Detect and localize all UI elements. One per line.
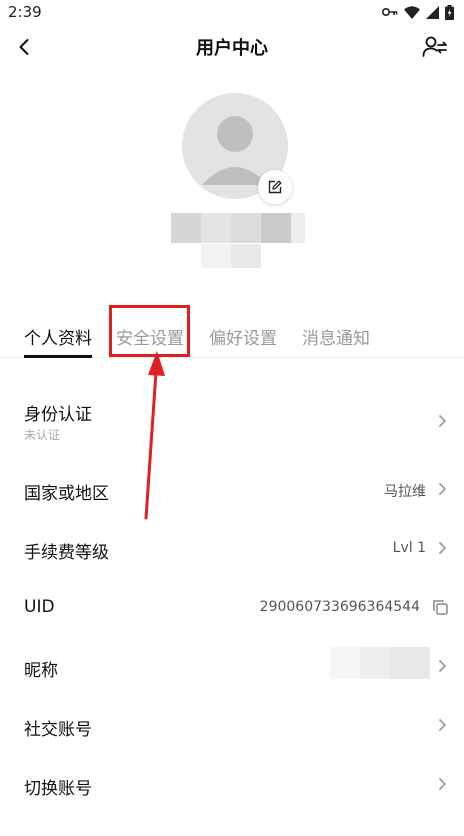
tab-security-settings[interactable]: 安全设置 xyxy=(116,324,184,349)
status-bar: 2:39 xyxy=(0,0,464,24)
edit-icon xyxy=(268,180,282,194)
chevron-right-icon xyxy=(438,659,447,673)
row-fee-level[interactable]: 手续费等级 Lvl 1 xyxy=(0,519,464,577)
chevron-right-icon xyxy=(438,482,447,496)
row-label: 身份认证 xyxy=(24,405,92,425)
profile-tabs: 个人资料 安全设置 偏好设置 消息通知 xyxy=(0,318,464,358)
page-title: 用户中心 xyxy=(196,38,268,59)
row-label: 昵称 xyxy=(24,661,58,681)
chevron-right-icon xyxy=(438,414,447,428)
key-icon xyxy=(382,8,398,16)
row-label: 国家或地区 xyxy=(24,484,109,504)
battery-icon xyxy=(445,4,454,20)
chevron-right-icon xyxy=(438,777,447,791)
row-nickname[interactable]: 昵称 xyxy=(0,637,464,695)
active-tab-indicator xyxy=(24,355,92,358)
row-switch-account[interactable]: 切换账号 xyxy=(0,755,464,813)
tab-notifications[interactable]: 消息通知 xyxy=(302,324,370,349)
chevron-right-icon xyxy=(438,718,447,732)
user-subtitle-redacted xyxy=(201,244,261,268)
tab-personal-info[interactable]: 个人资料 xyxy=(24,324,92,349)
nickname-redacted xyxy=(330,647,430,679)
row-uid: UID 290060733696364544 xyxy=(0,578,464,636)
wifi-icon xyxy=(404,5,420,19)
tab-preferences[interactable]: 偏好设置 xyxy=(209,324,277,349)
fee-level-value: Lvl 1 xyxy=(392,540,426,556)
uid-value: 290060733696364544 xyxy=(259,599,420,615)
status-time: 2:39 xyxy=(8,3,42,21)
edit-avatar-button[interactable] xyxy=(258,170,292,204)
avatar-section xyxy=(182,93,292,204)
row-label: UID xyxy=(24,597,55,617)
row-label: 社交账号 xyxy=(24,720,92,740)
signal-icon xyxy=(426,5,439,19)
copy-icon[interactable] xyxy=(432,599,449,616)
top-bar: 用户中心 xyxy=(0,28,464,68)
country-value: 马拉维 xyxy=(384,484,426,500)
row-label: 手续费等级 xyxy=(24,543,109,563)
row-label: 切换账号 xyxy=(24,779,92,799)
status-icons xyxy=(382,4,454,20)
chevron-right-icon xyxy=(438,541,447,555)
row-identity-verification[interactable]: 身份认证 未认证 xyxy=(0,384,464,442)
verification-status: 未认证 xyxy=(24,428,61,442)
switch-user-icon[interactable] xyxy=(422,35,448,59)
row-country-region[interactable]: 国家或地区 马拉维 xyxy=(0,460,464,518)
username-redacted xyxy=(171,213,305,243)
row-social-accounts[interactable]: 社交账号 xyxy=(0,696,464,754)
